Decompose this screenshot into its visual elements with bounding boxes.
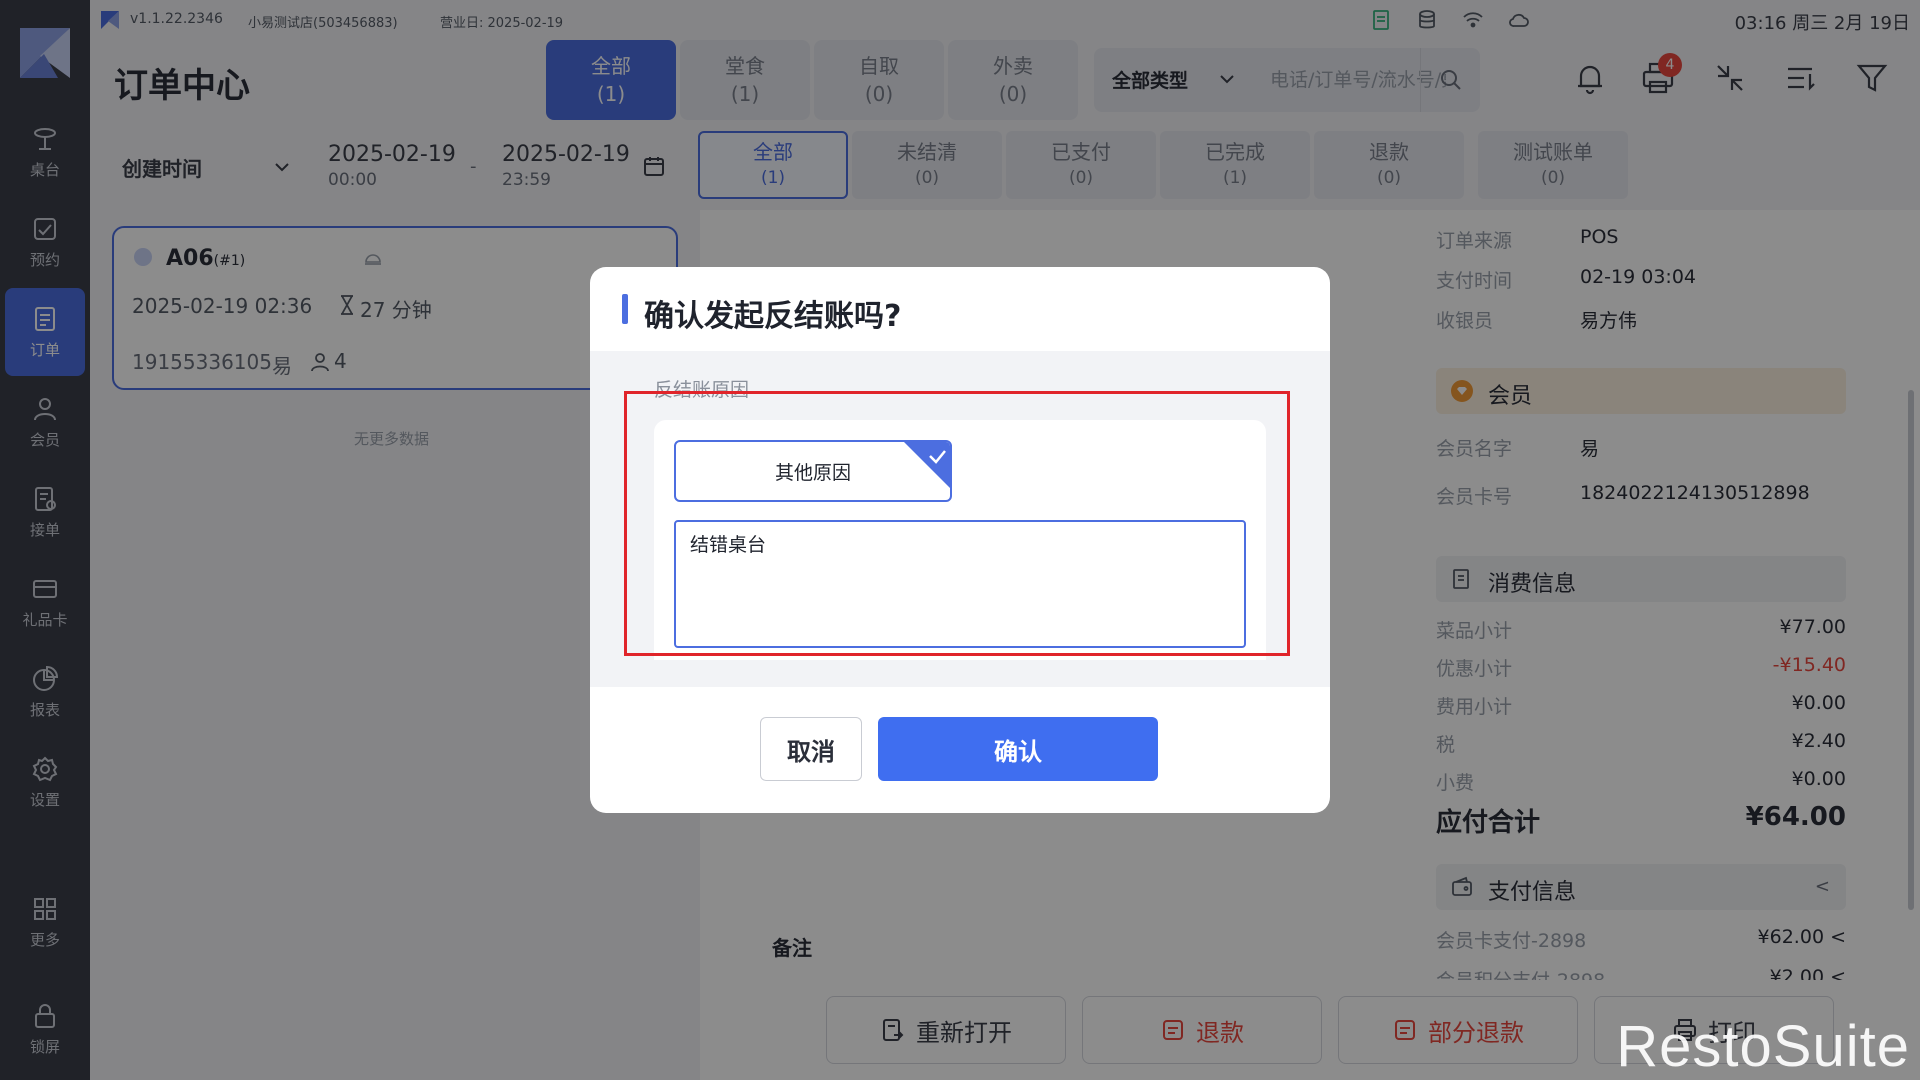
confirm-button[interactable]: 确认 — [878, 717, 1158, 781]
highlight-annotation-box — [624, 391, 1290, 656]
cancel-button[interactable]: 取消 — [760, 717, 862, 781]
title-accent-bar — [622, 294, 628, 324]
dialog-title: 确认发起反结账吗? — [644, 299, 902, 334]
brand-watermark: RestoSuite — [1616, 1014, 1910, 1079]
